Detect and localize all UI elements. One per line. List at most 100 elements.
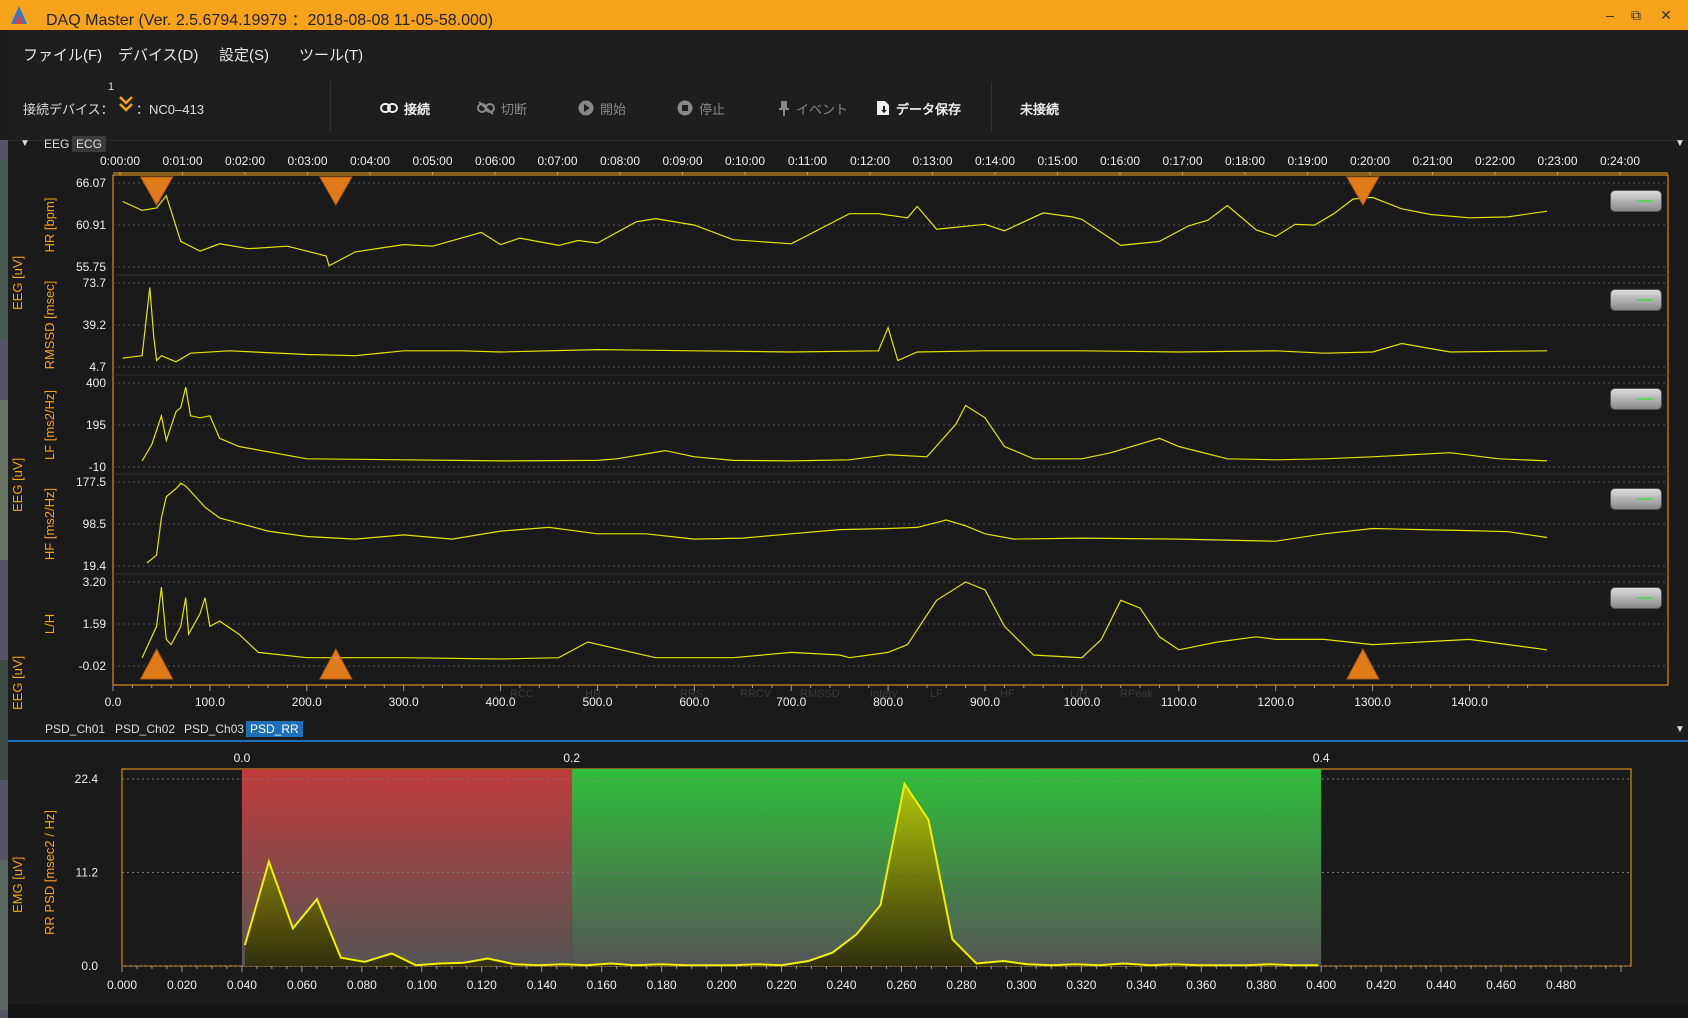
tab-psd-ch01[interactable]: PSD_Ch01	[41, 721, 109, 737]
hrv-chart: 0:00:00 0:01:00 0:02:00 0:03:00 0:04:00 0:05:…	[42, 154, 1669, 709]
menu-file[interactable]: ファイル(F)	[23, 44, 102, 65]
chevron-double-down-icon[interactable]	[118, 95, 134, 113]
tab-psd-rr[interactable]: PSD_RR	[246, 721, 303, 737]
band-boundary-label: 0.2	[563, 751, 580, 765]
collapse-toggle-icon[interactable]: ▼	[20, 138, 30, 149]
psd-y-tick-label: 11.2	[76, 866, 99, 880]
hf-scroll-handle[interactable]	[1610, 488, 1662, 510]
event-label: イベント	[796, 101, 849, 117]
psd-y-tick-label: 22.4	[75, 772, 99, 786]
title-bar: DAQ Master (Ver. 2.5.6794.19979 ：2018-08…	[0, 0, 1688, 30]
time-tick-label: 0:04:00	[350, 154, 390, 168]
x-tick-label: 1300.0	[1354, 695, 1391, 709]
save-file-icon	[877, 101, 889, 115]
time-tick-label: 0:13:00	[912, 154, 952, 168]
x-tick-label: 1000.0	[1064, 695, 1101, 709]
psd-x-tick-label: 0.100	[407, 978, 437, 992]
lh-scroll-handle[interactable]	[1610, 587, 1662, 609]
event-button[interactable]: イベント	[778, 96, 848, 120]
tab-psd-ch03[interactable]: PSD_Ch03	[180, 721, 248, 737]
psd-x-tick-label: 0.420	[1366, 978, 1396, 992]
save-data-button[interactable]: データ保存	[876, 96, 961, 120]
menu-tools[interactable]: ツール(T)	[299, 44, 363, 65]
time-tick-label: 0:05:00	[412, 154, 452, 168]
y-tick-label: 73.7	[83, 276, 107, 290]
psd-x-tick-label: 0.440	[1426, 978, 1456, 992]
signal-tab-bar: ▼ EEG ECG ▼	[8, 135, 1688, 153]
hrv-chart-panel: 0:00:00 0:01:00 0:02:00 0:03:00 0:04:00 0:05:…	[40, 153, 1688, 713]
restore-button[interactable]: ⧉	[1622, 4, 1650, 26]
time-tick-label: 0:15:00	[1037, 154, 1077, 168]
window-title: DAQ Master (Ver. 2.5.6794.19979 ：2018-08…	[46, 12, 494, 29]
psd-x-tick-label: 0.220	[767, 978, 797, 992]
psd-x-tick-label: 0.040	[227, 978, 257, 992]
x-tick-label: 200.0	[292, 695, 322, 709]
y-axis-label: HF [ms2/Hz]	[42, 488, 57, 560]
time-tick-label: 0:20:00	[1350, 154, 1390, 168]
tab-ecg[interactable]: ECG	[72, 136, 107, 152]
psd-x-tick-label: 0.160	[587, 978, 617, 992]
hr-scroll-handle[interactable]	[1610, 190, 1662, 212]
psd-chart: 0.0 0.2 0.4 22.4 11.2 0.0 RR PSD [msec2 / Hz] 0…	[42, 751, 1632, 992]
x-tick-label: 1100.0	[1161, 695, 1197, 709]
y-tick-label: 1.59	[83, 617, 107, 631]
side-label-eeg-2: EEG [uV]	[10, 457, 25, 512]
x-tick-label: 400.0	[486, 695, 516, 709]
background-sliver	[0, 860, 8, 1010]
psd-x-tick-label: 0.380	[1246, 978, 1276, 992]
toolbar: 1 接続デバイス： ：NC0–413 接続 切断 開始 停止 イベント データ保…	[8, 74, 1688, 141]
psd-x-tick-label: 0.260	[886, 978, 916, 992]
stop-button[interactable]: 停止	[677, 96, 725, 120]
faint-legend-label: LF	[930, 688, 943, 700]
disconnect-button[interactable]: 切断	[477, 96, 527, 120]
background-sliver	[0, 660, 8, 780]
rmssd-scroll-handle[interactable]	[1610, 289, 1662, 311]
panel-menu-icon[interactable]: ▼	[1675, 138, 1685, 149]
psd-panel-menu-icon[interactable]: ▼	[1675, 724, 1685, 735]
psd-x-tick-label: 0.480	[1546, 978, 1576, 992]
lf-scroll-handle[interactable]	[1610, 388, 1662, 410]
psd-x-tick-label: 0.400	[1306, 978, 1336, 992]
band-boundary-label: 0.0	[234, 751, 251, 765]
tab-eeg[interactable]: EEG	[40, 136, 73, 152]
y-axis-label: RMSSD [msec]	[42, 281, 57, 370]
start-button[interactable]: 開始	[578, 96, 626, 120]
time-tick-label: 0:07:00	[537, 154, 577, 168]
time-tick-label: 0:16:00	[1100, 154, 1140, 168]
psd-x-tick-label: 0.180	[647, 978, 677, 992]
psd-x-tick-label: 0.000	[107, 978, 137, 992]
psd-x-tick-label: 0.360	[1186, 978, 1216, 992]
psd-x-tick-label: 0.300	[1006, 978, 1036, 992]
psd-chart-panel: 0.0 0.2 0.4 22.4 11.2 0.0 RR PSD [msec2 / Hz] 0…	[40, 744, 1688, 1004]
psd-y-axis-label: RR PSD [msec2 / Hz]	[42, 810, 57, 935]
x-tick-label: 500.0	[582, 695, 612, 709]
unlink-icon	[477, 101, 495, 115]
time-tick-label: 0:00:00	[100, 154, 140, 168]
x-tick-label: 300.0	[389, 695, 419, 709]
menu-device[interactable]: デバイス(D)	[118, 44, 198, 65]
pin-icon	[779, 101, 789, 116]
psd-x-tick-label: 0.240	[827, 978, 857, 992]
app-logo-icon	[11, 6, 27, 24]
close-button[interactable]: ✕	[1652, 4, 1680, 26]
y-tick-label: -10	[89, 460, 107, 474]
x-tick-label: 1400.0	[1451, 695, 1488, 709]
time-tick-label: 0:21:00	[1412, 154, 1452, 168]
menu-settings[interactable]: 設定(S)	[219, 44, 269, 65]
y-tick-label: 60.91	[76, 218, 106, 232]
y-tick-label: -0.02	[79, 659, 107, 673]
time-tick-label: 0:24:00	[1600, 154, 1640, 168]
x-tick-label: 700.0	[776, 695, 806, 709]
minimize-button[interactable]: –	[1596, 4, 1624, 26]
band-boundary-label: 0.4	[1313, 751, 1330, 765]
psd-x-tick-label: 0.020	[167, 978, 197, 992]
x-tick-label: 800.0	[873, 695, 903, 709]
tab-psd-ch02[interactable]: PSD_Ch02	[111, 721, 179, 737]
psd-x-tick-label: 0.080	[347, 978, 377, 992]
connect-button[interactable]: 接続	[380, 96, 430, 120]
faint-legend-label: RRCV	[740, 688, 772, 700]
connection-status: 未接続	[1020, 102, 1060, 117]
time-tick-label: 0:01:00	[162, 154, 202, 168]
y-axis-label: LF [ms2/Hz]	[42, 390, 57, 460]
y-tick-label: 3.20	[83, 575, 107, 589]
